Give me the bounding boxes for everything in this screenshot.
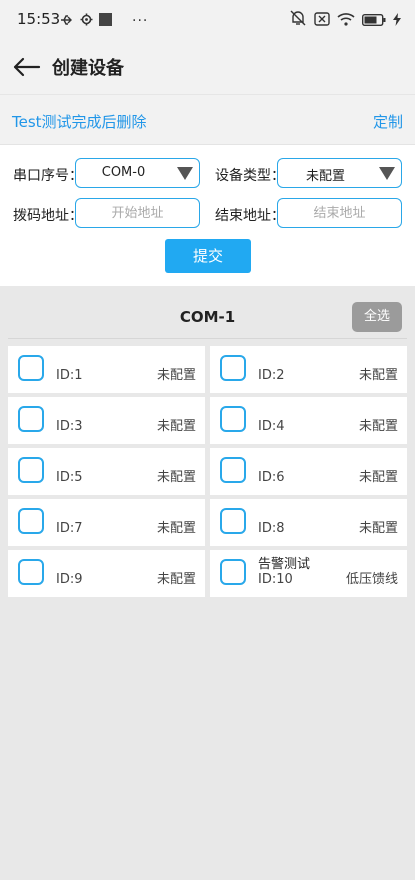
device-card[interactable]: ID:1 未配置 (8, 346, 205, 393)
device-id: ID:8 (258, 521, 285, 536)
device-checkbox[interactable] (18, 406, 44, 432)
device-id: ID:3 (56, 419, 83, 434)
create-device-form: 串口序号： COM-0 设备类型： 未配置 拨码地址： 结束地址： 提交 (0, 144, 415, 286)
status-time: 15:53 (17, 10, 61, 28)
device-card[interactable]: ID:3 未配置 (8, 397, 205, 444)
submit-button[interactable]: 提交 (165, 239, 251, 273)
device-card[interactable]: ID:6 未配置 (210, 448, 407, 495)
select-all-button[interactable]: 全选 (352, 302, 402, 332)
device-type: 未配置 (156, 368, 196, 383)
dropdown-triangle-icon (379, 167, 395, 180)
serial-select[interactable]: COM-0 (75, 158, 200, 188)
device-id: ID:4 (258, 419, 285, 434)
device-checkbox[interactable] (18, 355, 44, 381)
device-checkbox[interactable] (220, 355, 246, 381)
charging-bolt-icon (393, 11, 401, 30)
usb-icon (60, 11, 74, 30)
title-bar: 创建设备 (0, 40, 415, 94)
device-type: 未配置 (358, 419, 398, 434)
end-address-input[interactable] (277, 198, 402, 228)
device-type: 低压馈线 (345, 572, 398, 587)
status-right-icons (289, 10, 401, 30)
no-sim-icon (314, 11, 330, 30)
device-id: ID:9 (56, 572, 83, 587)
device-type-label: 设备类型： (215, 168, 285, 184)
device-checkbox[interactable] (18, 457, 44, 483)
device-card[interactable]: ID:2 未配置 (210, 346, 407, 393)
device-id: ID:7 (56, 521, 83, 536)
device-card[interactable]: ID:9 未配置 (8, 550, 205, 597)
device-type: 未配置 (358, 521, 398, 536)
device-card[interactable]: ID:5 未配置 (8, 448, 205, 495)
device-type-select-value: 未配置 (305, 169, 345, 184)
battery-icon (361, 11, 386, 30)
sub-header: Test测试完成后删除 定制 (0, 94, 415, 144)
app-square-icon (99, 11, 112, 30)
more-dots-icon: ··· (132, 12, 149, 29)
mute-vibrate-icon (289, 10, 307, 30)
device-type: 未配置 (156, 572, 196, 587)
start-address-input[interactable] (75, 198, 200, 228)
device-checkbox[interactable] (220, 457, 246, 483)
device-card[interactable]: 告警测试 ID:10 低压馈线 (210, 550, 407, 597)
device-id: ID:1 (56, 368, 83, 383)
device-card[interactable]: ID:8 未配置 (210, 499, 407, 546)
serial-label: 串口序号： (13, 168, 83, 184)
test-delete-link[interactable]: Test测试完成后删除 (12, 111, 147, 132)
device-type: 未配置 (358, 470, 398, 485)
device-type-select[interactable]: 未配置 (277, 158, 402, 188)
settings-gear-icon (80, 11, 93, 30)
arrow-left-icon[interactable] (12, 52, 42, 82)
status-bar: 15:53 ··· (0, 0, 415, 40)
wifi-icon (337, 11, 355, 30)
status-left-icons: ··· (60, 11, 148, 30)
device-checkbox[interactable] (220, 406, 246, 432)
device-type: 未配置 (156, 470, 196, 485)
device-type: 未配置 (358, 368, 398, 383)
dial-address-label: 拨码地址： (13, 208, 83, 224)
serial-select-value: COM-0 (101, 165, 146, 180)
section-divider (8, 338, 407, 339)
device-name: 告警测试 (258, 557, 311, 572)
device-checkbox[interactable] (18, 559, 44, 585)
device-checkbox[interactable] (18, 508, 44, 534)
com-section-header: COM-1 全选 (0, 296, 415, 338)
customize-link[interactable]: 定制 (373, 111, 403, 132)
device-id: ID:6 (258, 470, 285, 485)
dropdown-triangle-icon (177, 167, 193, 180)
end-address-label: 结束地址： (215, 208, 285, 224)
page-title: 创建设备 (52, 58, 124, 79)
device-id: ID:5 (56, 470, 83, 485)
device-id: ID:2 (258, 368, 285, 383)
device-card[interactable]: ID:4 未配置 (210, 397, 407, 444)
device-id: ID:10 (258, 572, 293, 587)
device-type: 未配置 (156, 521, 196, 536)
device-checkbox[interactable] (220, 508, 246, 534)
device-type: 未配置 (156, 419, 196, 434)
device-checkbox[interactable] (220, 559, 246, 585)
device-card[interactable]: ID:7 未配置 (8, 499, 205, 546)
